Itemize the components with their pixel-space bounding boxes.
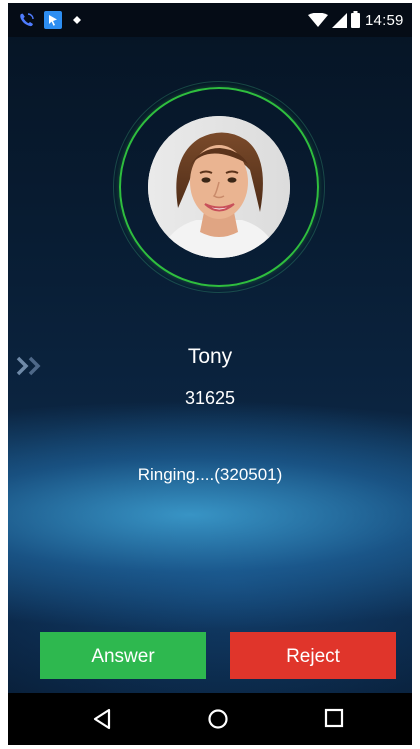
app-notification-icon bbox=[44, 11, 62, 29]
dot-icon bbox=[73, 16, 81, 24]
caller-name: Tony bbox=[187, 345, 233, 368]
battery-icon bbox=[351, 11, 360, 28]
caller-number: 31625 bbox=[184, 388, 236, 408]
caller-avatar bbox=[148, 116, 290, 258]
call-status: Ringing....(320501) bbox=[137, 465, 283, 484]
recent-apps-icon[interactable] bbox=[324, 708, 344, 728]
phone-call-icon bbox=[20, 13, 34, 27]
back-icon[interactable] bbox=[92, 708, 112, 730]
incoming-call-screen: 14:59 Tony 31625 Ringing....(320501) Ans… bbox=[8, 3, 412, 745]
answer-button[interactable]: Answer bbox=[40, 632, 206, 679]
cell-signal-icon bbox=[332, 13, 347, 28]
home-icon[interactable] bbox=[207, 708, 229, 730]
clock: 14:59 bbox=[365, 12, 404, 29]
navigation-bar bbox=[8, 693, 412, 745]
reject-button[interactable]: Reject bbox=[230, 632, 396, 679]
wifi-icon bbox=[308, 13, 328, 27]
caller-avatar-photo bbox=[148, 116, 290, 258]
status-bar: 14:59 bbox=[8, 3, 412, 37]
